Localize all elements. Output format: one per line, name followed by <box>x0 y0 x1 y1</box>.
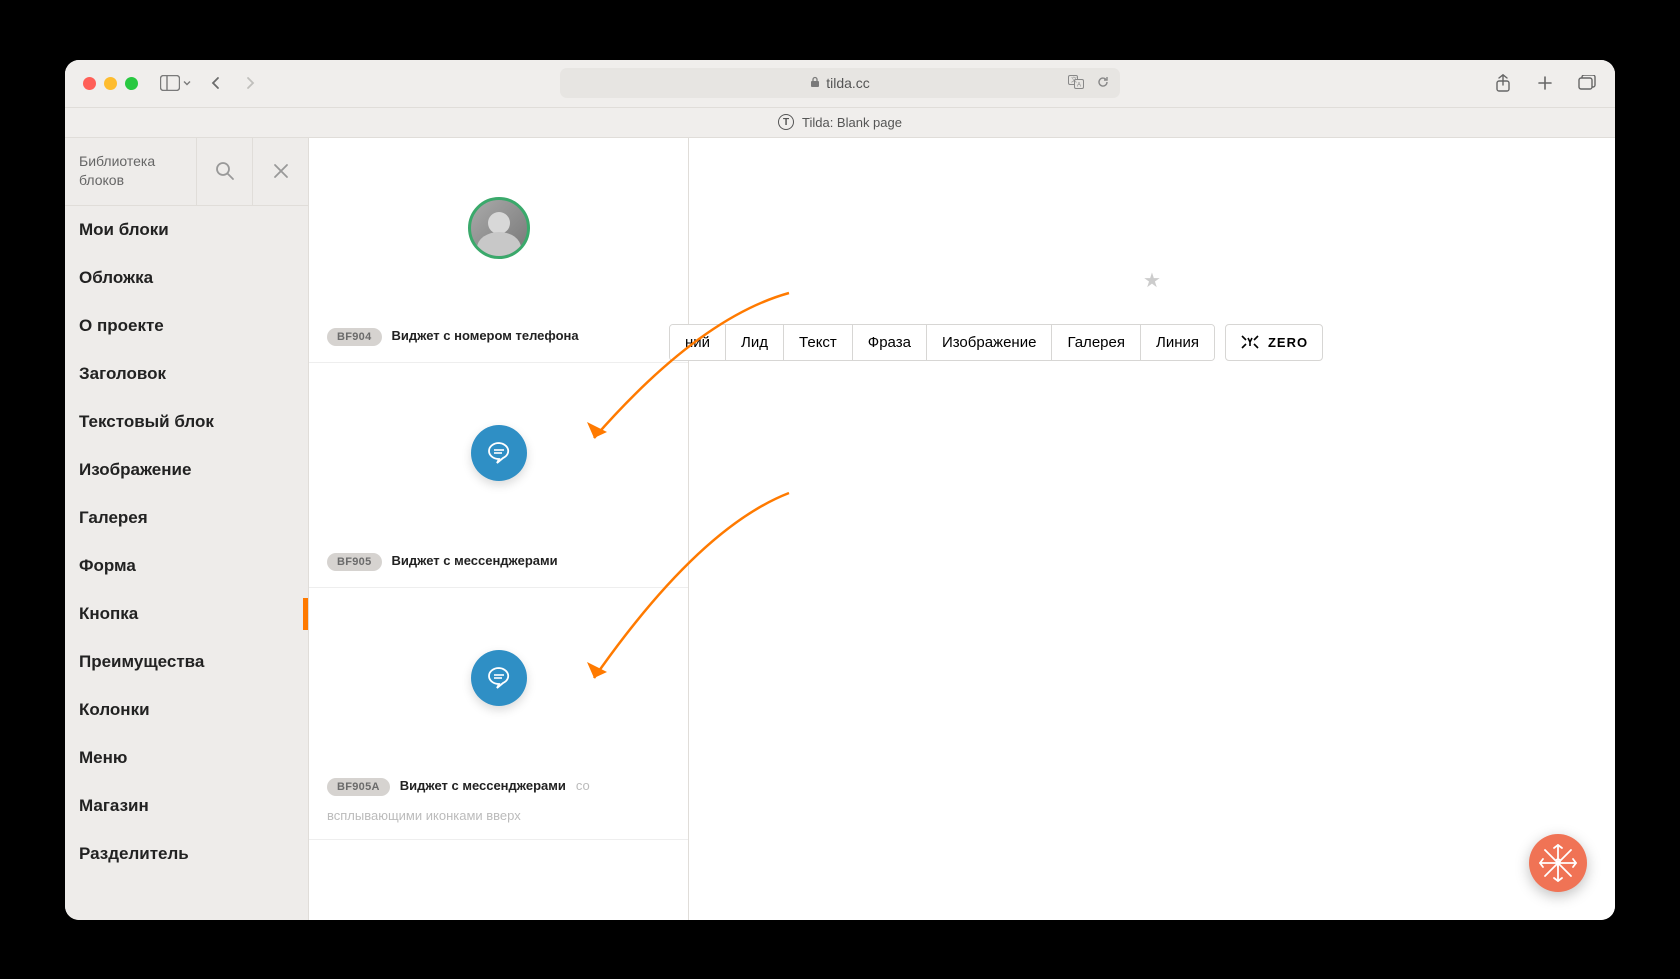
tabs-overview-button[interactable] <box>1577 73 1597 93</box>
block-subtitle: всплывающими иконками вверх <box>327 808 670 823</box>
zero-block-button[interactable]: ZERO <box>1225 324 1323 361</box>
toolbar-button[interactable]: ний <box>670 325 726 360</box>
block-meta: BF905 Виджет с мессенджерами <box>309 543 688 587</box>
forward-button[interactable] <box>240 73 260 93</box>
sidebar-item[interactable]: О проекте <box>65 302 308 350</box>
avatar <box>468 197 530 259</box>
maximize-button[interactable] <box>125 77 138 90</box>
block-meta: BF904 Виджет с номером телефона <box>309 318 688 362</box>
help-snowflake-icon: ? <box>1536 841 1580 885</box>
svg-text:A: A <box>1077 82 1081 88</box>
block-card[interactable]: BF905A Виджет с мессенджерами со всплывающ… <box>309 588 688 840</box>
sidebar-item[interactable]: Текстовый блок <box>65 398 308 446</box>
block-code-badge: BF904 <box>327 328 382 346</box>
tab-strip: T Tilda: Blank page <box>65 108 1615 138</box>
share-button[interactable] <box>1493 73 1513 93</box>
url-text: tilda.cc <box>826 75 870 91</box>
new-tab-button[interactable] <box>1535 73 1555 93</box>
close-icon <box>272 162 290 180</box>
sidebar-item[interactable]: Колонки <box>65 686 308 734</box>
sidebar-toggle-button[interactable] <box>160 75 192 91</box>
sidebar-item[interactable]: Преимущества <box>65 638 308 686</box>
block-preview <box>309 588 688 768</box>
address-bar[interactable]: tilda.cc 文A <box>560 68 1120 98</box>
search-button[interactable] <box>196 138 252 205</box>
sidebar-item[interactable]: Заголовок <box>65 350 308 398</box>
block-title: Виджет с мессенджерами <box>392 553 558 568</box>
browser-window: tilda.cc 文A T Tilda: Blank <box>65 60 1615 920</box>
help-fab-button[interactable]: ? <box>1529 834 1587 892</box>
tab-title: Tilda: Blank page <box>802 115 902 130</box>
toolbar-button[interactable]: Лид <box>726 325 784 360</box>
block-code-badge: BF905A <box>327 778 390 796</box>
page-canvas[interactable]: ★ нийЛидТекстФразаИзображениеГалереяЛини… <box>689 138 1615 920</box>
back-button[interactable] <box>206 73 226 93</box>
toolbar-button[interactable]: Линия <box>1141 325 1214 360</box>
sidebar-item[interactable]: Разделитель <box>65 830 308 878</box>
block-title: Виджет с номером телефона <box>392 328 579 343</box>
close-sidebar-button[interactable] <box>252 138 308 205</box>
sidebar-item[interactable]: Кнопка <box>65 590 308 638</box>
reload-icon[interactable] <box>1096 75 1110 92</box>
sidebar-title: Библиотека блоков <box>65 138 196 205</box>
sidebar-item[interactable]: Обложка <box>65 254 308 302</box>
block-card[interactable]: BF905 Виджет с мессенджерами <box>309 363 688 588</box>
block-preview <box>309 138 688 318</box>
toolbar-button[interactable]: Текст <box>784 325 853 360</box>
block-subtitle-inline: со <box>576 778 590 793</box>
block-title: Виджет с мессенджерами <box>400 778 566 793</box>
block-type-toolbar: нийЛидТекстФразаИзображениеГалереяЛиния … <box>669 324 1323 361</box>
title-bar: tilda.cc 文A <box>65 60 1615 108</box>
tilda-logo-icon: T <box>778 114 794 130</box>
toolbar-button[interactable]: Фраза <box>853 325 927 360</box>
chevron-down-icon <box>182 78 192 88</box>
zero-label: ZERO <box>1268 335 1308 350</box>
favorite-star-icon[interactable]: ★ <box>1143 268 1161 293</box>
chat-bubble-icon <box>471 425 527 481</box>
sidebar-item[interactable]: Магазин <box>65 782 308 830</box>
page-content: Библиотека блоков Мои блокиОбложкаО прое… <box>65 138 1615 920</box>
toolbar-button[interactable]: Галерея <box>1052 325 1141 360</box>
block-library-sidebar: Библиотека блоков Мои блокиОбложкаО прое… <box>65 138 309 920</box>
toolbar-button[interactable]: Изображение <box>927 325 1053 360</box>
sidebar-category-list: Мои блокиОбложкаО проектеЗаголовокТексто… <box>65 206 308 920</box>
sidebar-item[interactable]: Мои блоки <box>65 206 308 254</box>
svg-text:?: ? <box>1554 856 1561 870</box>
window-controls <box>83 77 138 90</box>
block-preview <box>309 363 688 543</box>
block-code-badge: BF905 <box>327 553 382 571</box>
zero-icon <box>1240 334 1260 350</box>
close-button[interactable] <box>83 77 96 90</box>
block-card[interactable]: BF904 Виджет с номером телефона <box>309 138 688 363</box>
chat-bubble-icon <box>471 650 527 706</box>
block-meta: BF905A Виджет с мессенджерами со всплывающ… <box>309 768 688 839</box>
sidebar-item[interactable]: Меню <box>65 734 308 782</box>
sidebar-item[interactable]: Галерея <box>65 494 308 542</box>
search-icon <box>215 161 235 181</box>
block-preview-panel: BF904 Виджет с номером телефона BF905 Видже… <box>309 138 689 920</box>
minimize-button[interactable] <box>104 77 117 90</box>
lock-icon <box>810 76 820 91</box>
translate-icon[interactable]: 文A <box>1068 75 1086 92</box>
sidebar-item[interactable]: Форма <box>65 542 308 590</box>
sidebar-item[interactable]: Изображение <box>65 446 308 494</box>
